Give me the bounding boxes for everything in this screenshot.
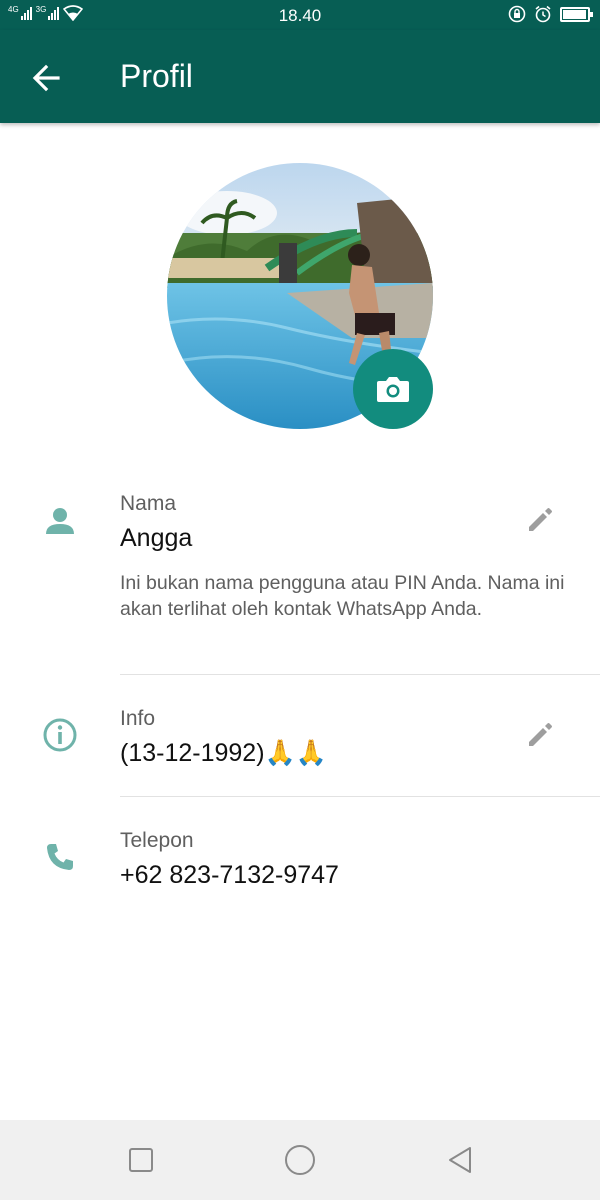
status-right-icons [508,5,593,23]
battery-level [563,9,586,19]
arrow-left-icon [32,64,60,92]
profile-photo-container [167,163,433,429]
info-value: (13-12-1992)🙏🙏 [120,739,327,767]
change-photo-button[interactable] [353,349,433,429]
battery-icon [560,6,593,22]
edit-name-button[interactable] [522,502,558,538]
divider [120,796,600,797]
home-circle-icon [285,1145,315,1175]
phone-icon [40,837,80,877]
alarm-icon [535,5,551,23]
pencil-icon [529,723,552,746]
camera-icon [377,377,409,402]
home-button[interactable] [280,1140,320,1180]
recents-button[interactable] [121,1140,161,1180]
back-triangle-icon [449,1147,471,1173]
navigation-bar [0,1120,600,1200]
edit-info-button[interactable] [522,717,558,753]
system-back-button[interactable] [440,1140,480,1180]
phone-label: Telepon [120,829,194,852]
back-button[interactable] [26,58,66,98]
phone-value: +62 823-7132-9747 [120,861,339,889]
name-value: Angga [120,524,193,552]
name-hint: Ini bukan nama pengguna atau PIN Anda. N… [120,572,565,620]
page-title: Profil [120,58,193,94]
info-label: Info [120,707,156,730]
divider [120,674,600,675]
app-bar: Profil [0,30,600,123]
rotation-lock-icon [508,5,526,23]
pencil-icon [529,508,552,531]
person-icon [40,500,80,540]
name-label: Nama [120,492,177,515]
status-bar: 4G 3G 18.40 [0,0,600,30]
recents-square-icon [129,1148,153,1172]
info-icon [40,715,80,755]
